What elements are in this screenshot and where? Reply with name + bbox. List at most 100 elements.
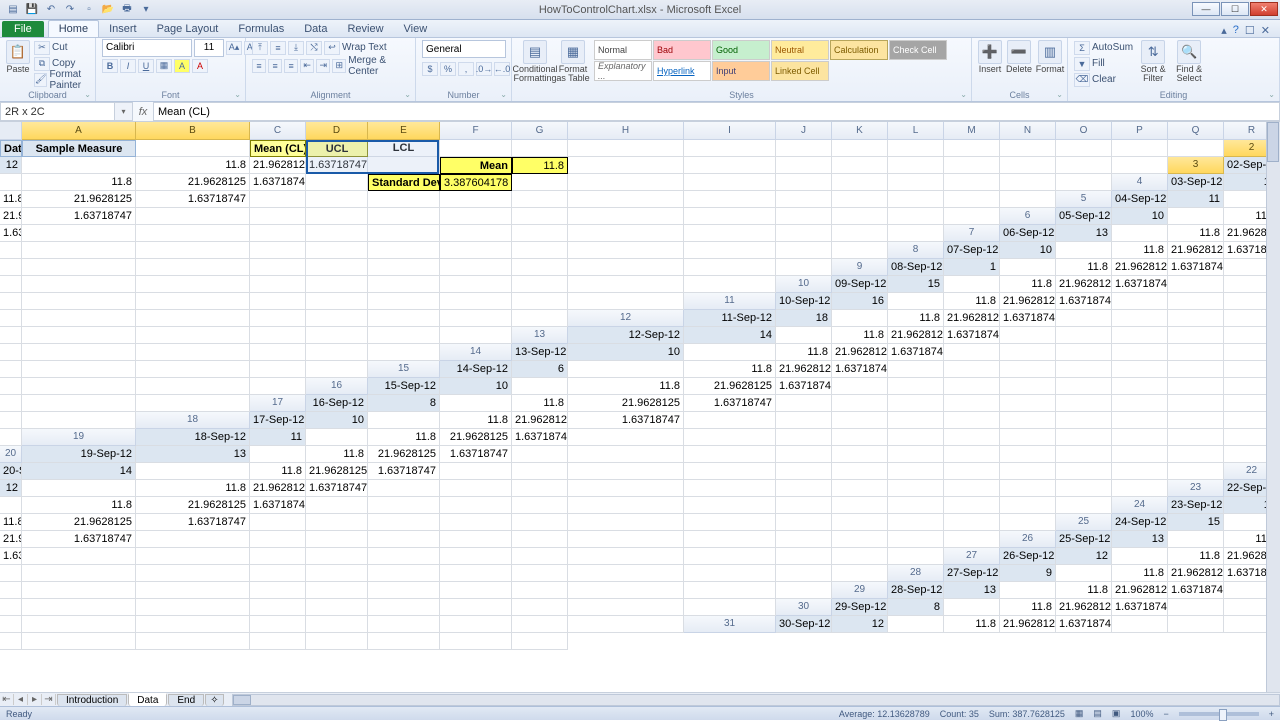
cell-B26[interactable]: 13 [1112, 531, 1168, 548]
cell-D2[interactable]: 11.8 [136, 157, 250, 174]
cell-Q30[interactable] [512, 616, 568, 633]
cell-A15[interactable]: 14-Sep-12 [440, 361, 512, 378]
cell-L4[interactable] [568, 191, 684, 208]
cell-D4[interactable]: 11.8 [0, 191, 22, 208]
cell-K18[interactable] [944, 412, 1000, 429]
cell-G1[interactable] [440, 140, 512, 157]
comma-icon[interactable]: , [458, 62, 474, 76]
cell-A13[interactable]: 12-Sep-12 [568, 327, 684, 344]
cell-B8[interactable]: 10 [1000, 242, 1056, 259]
cell-I19[interactable] [776, 429, 832, 446]
cell-R5[interactable] [944, 208, 1000, 225]
cell-Q2[interactable] [1056, 157, 1112, 174]
conditional-formatting-button[interactable]: ▤Conditional Formatting [518, 40, 552, 83]
cell-F30[interactable]: 1.63718747 [1112, 599, 1168, 616]
align-top-icon[interactable]: ⤒ [252, 41, 268, 55]
cell-G19[interactable] [568, 429, 684, 446]
cell-B16[interactable]: 10 [440, 378, 512, 395]
cell-A29[interactable]: 28-Sep-12 [888, 582, 944, 599]
cell-R13[interactable] [368, 344, 440, 361]
sheet-first-icon[interactable]: ⇤ [0, 694, 14, 705]
cell-M28[interactable] [368, 582, 440, 599]
cell-D29[interactable]: 11.8 [1056, 582, 1112, 599]
cell-R28[interactable] [776, 582, 832, 599]
horizontal-scrollbar[interactable] [232, 694, 1280, 706]
cell-Q22[interactable] [1056, 480, 1112, 497]
cell-A9[interactable]: 08-Sep-12 [888, 259, 944, 276]
cell-I1[interactable] [568, 140, 684, 157]
cell-Q9[interactable] [568, 276, 684, 293]
cell-H1[interactable] [512, 140, 568, 157]
row-header-17[interactable]: 17 [250, 395, 306, 412]
cell-L9[interactable] [250, 276, 306, 293]
cell-O22[interactable] [944, 480, 1000, 497]
cell-N25[interactable] [684, 531, 776, 548]
cell-C2[interactable] [22, 157, 136, 174]
cell-I25[interactable] [306, 531, 368, 548]
cell-A27[interactable]: 26-Sep-12 [1000, 548, 1056, 565]
cell-P1[interactable] [1056, 140, 1112, 157]
format-as-table-button[interactable]: ▦Format as Table [556, 40, 590, 83]
cell-M4[interactable] [684, 191, 776, 208]
cell-A31[interactable]: 30-Sep-12 [776, 616, 832, 633]
cell-F2[interactable]: 1.63718747 [306, 157, 368, 174]
italic-button[interactable]: I [120, 59, 136, 73]
cell-I28[interactable] [22, 582, 136, 599]
cell-B10[interactable]: 15 [888, 276, 944, 293]
cell-Q4[interactable] [944, 191, 1000, 208]
cell-F25[interactable]: 1.63718747 [22, 531, 136, 548]
cell-Q28[interactable] [684, 582, 776, 599]
format-painter-icon[interactable]: 🖌 [34, 73, 47, 87]
cell-A20[interactable]: 19-Sep-12 [22, 446, 136, 463]
cell-C9[interactable] [1000, 259, 1056, 276]
cell-N3[interactable] [832, 174, 888, 191]
cell-K25[interactable] [440, 531, 512, 548]
grow-font-icon[interactable]: A▴ [226, 41, 242, 55]
sheet-last-icon[interactable]: ⇥ [42, 694, 56, 705]
row-header-9[interactable]: 9 [832, 259, 888, 276]
cell-E14[interactable]: 21.9628125 [832, 344, 888, 361]
cell-M3[interactable] [776, 174, 832, 191]
cell-M12[interactable] [22, 327, 136, 344]
cell-K28[interactable] [250, 582, 306, 599]
cell-K29[interactable] [136, 599, 250, 616]
cell-P4[interactable] [888, 191, 944, 208]
cell-Q8[interactable] [684, 259, 776, 276]
cell-C14[interactable] [684, 344, 776, 361]
cell-D8[interactable]: 11.8 [1112, 242, 1168, 259]
cell-R21[interactable] [1168, 463, 1224, 480]
cell-L1[interactable] [832, 140, 888, 157]
cell-L5[interactable] [512, 208, 568, 225]
cell-K4[interactable] [512, 191, 568, 208]
cell-J28[interactable] [136, 582, 250, 599]
cell-D11[interactable]: 11.8 [944, 293, 1000, 310]
cell-E2[interactable]: 21.9628125 [250, 157, 306, 174]
cell-M17[interactable] [1112, 395, 1168, 412]
cell-J21[interactable] [684, 463, 776, 480]
cell-E18[interactable]: 21.9628125 [512, 412, 568, 429]
fill-icon[interactable]: ▼ [1074, 57, 1090, 71]
cell-Q10[interactable] [512, 293, 568, 310]
cell-G3[interactable] [306, 174, 368, 191]
cell-D9[interactable]: 11.8 [1056, 259, 1112, 276]
cell-A17[interactable]: 16-Sep-12 [306, 395, 368, 412]
cell-H20[interactable] [568, 446, 684, 463]
cell-Q1[interactable] [1112, 140, 1168, 157]
cell-I21[interactable] [568, 463, 684, 480]
cell-N14[interactable] [0, 361, 22, 378]
zoom-in-icon[interactable]: + [1269, 709, 1274, 719]
cell-F24[interactable]: 1.63718747 [136, 514, 250, 531]
cell-R16[interactable] [136, 395, 250, 412]
cell-K23[interactable] [568, 497, 684, 514]
cell-N22[interactable] [888, 480, 944, 497]
style-explanatory[interactable]: Explanatory ... [594, 61, 652, 81]
view-normal-icon[interactable]: ▦ [1075, 708, 1084, 719]
cell-E28[interactable]: 21.9628125 [1168, 565, 1224, 582]
cell-F13[interactable]: 1.63718747 [944, 327, 1000, 344]
cell-E11[interactable]: 21.9628125 [1000, 293, 1056, 310]
cell-E5[interactable]: 21.9628125 [0, 208, 22, 225]
style-good[interactable]: Good [712, 40, 770, 60]
cell-N1[interactable] [944, 140, 1000, 157]
cell-O19[interactable] [1112, 429, 1168, 446]
cell-R1[interactable] [1168, 140, 1224, 157]
